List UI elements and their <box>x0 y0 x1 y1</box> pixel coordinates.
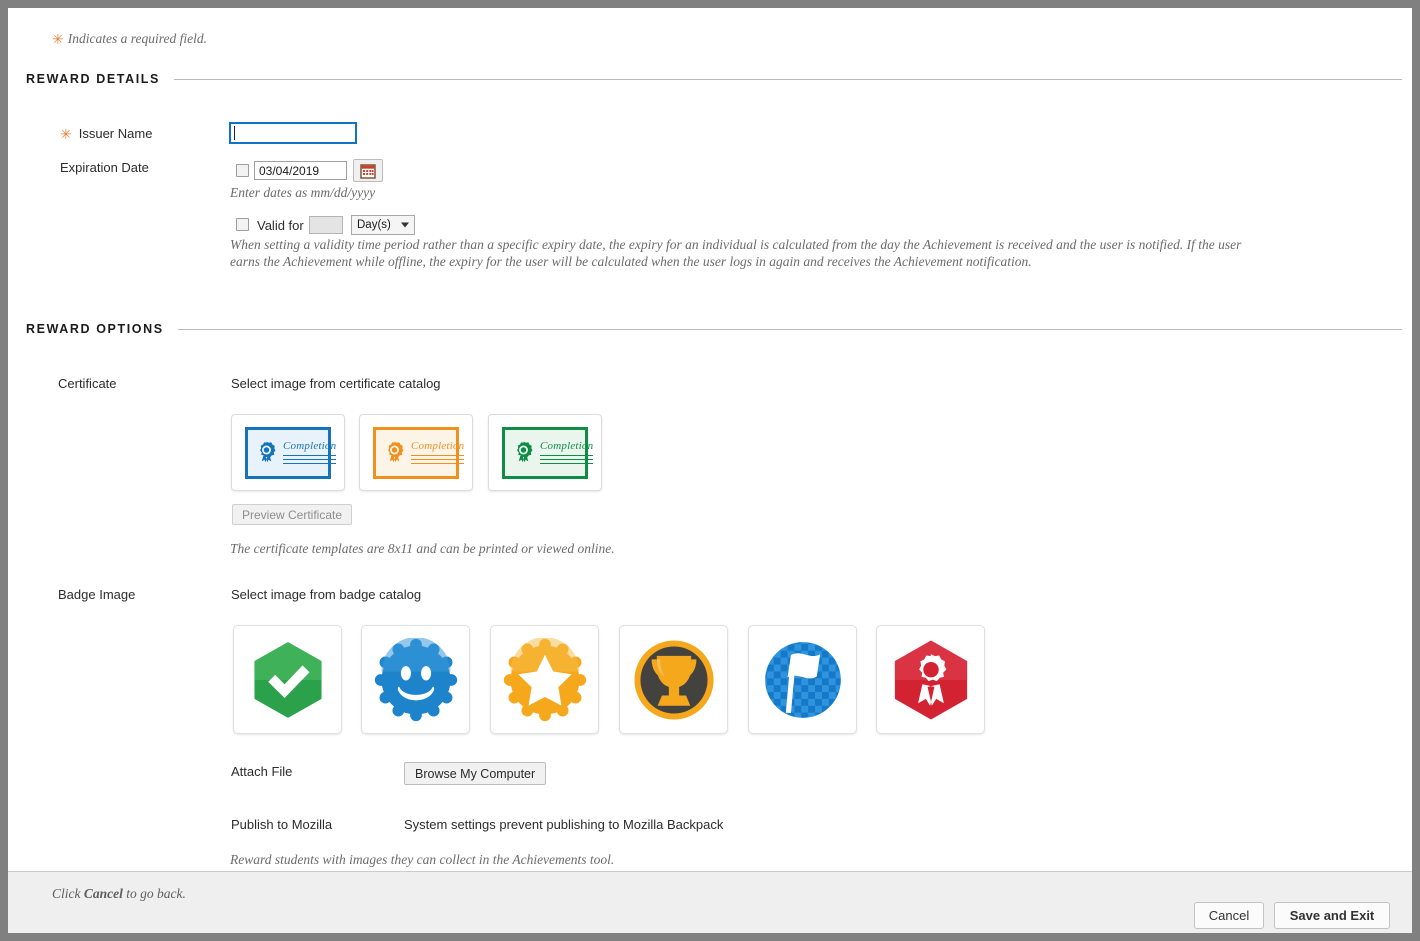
flag-badge-icon <box>764 641 841 718</box>
footer-hint-prefix: Click <box>52 886 84 901</box>
expiration-date-checkbox[interactable] <box>236 164 249 177</box>
certificate-rule <box>283 455 337 456</box>
certificate-rule <box>283 459 337 460</box>
badge-option-green-check[interactable] <box>233 625 342 734</box>
form-footer: Click Cancel to go back. Cancel Save and… <box>8 871 1412 933</box>
seal-icon <box>517 441 533 463</box>
certificate-rule <box>283 463 337 464</box>
badge-option-orange-star[interactable] <box>490 625 599 734</box>
certificate-option-orange[interactable]: Completion <box>359 414 473 491</box>
certificate-rule <box>540 459 594 460</box>
certificate-word: Completion <box>411 440 465 452</box>
reward-form-panel: ✳ Indicates a required field. REWARD DETA… <box>8 8 1412 933</box>
expiration-date-input[interactable] <box>254 161 347 180</box>
smiley-badge-icon <box>374 637 457 721</box>
text-caret <box>234 126 235 140</box>
certificate-word: Completion <box>283 440 337 452</box>
certificate-rule <box>411 459 465 460</box>
badge-option-red-rosette[interactable] <box>876 625 985 734</box>
certificate-option-green[interactable]: Completion <box>488 414 602 491</box>
footer-hint-suffix: to go back. <box>122 886 186 901</box>
trophy-badge-icon <box>633 639 714 720</box>
certificate-catalog-label: Select image from certificate catalog <box>231 376 441 391</box>
footer-hint: Click Cancel to go back. <box>52 886 186 902</box>
browse-my-computer-button[interactable]: Browse My Computer <box>404 762 547 785</box>
certificate-rule <box>540 463 594 464</box>
valid-for-amount-input[interactable] <box>309 216 343 234</box>
certificate-size-note: The certificate templates are 8x11 and c… <box>230 541 615 556</box>
hexagon-check-icon <box>253 641 322 718</box>
certificate-word: Completion <box>540 440 594 452</box>
certificate-rule <box>411 463 465 464</box>
issuer-name-input[interactable] <box>229 122 357 144</box>
date-format-hint: Enter dates as mm/dd/yyyy <box>230 185 376 200</box>
certificate-rule <box>411 455 465 456</box>
certificate-label: Certificate <box>58 376 117 391</box>
badge-catalog-label: Select image from badge catalog <box>231 587 422 602</box>
expiration-date-label: Expiration Date <box>60 160 149 175</box>
required-field-note-text: Indicates a required field. <box>67 31 207 46</box>
validity-help-text: When setting a validity time period rath… <box>230 237 1242 269</box>
hexagon-rosette-icon <box>894 639 967 720</box>
certificate-option-blue[interactable]: Completion <box>231 414 345 491</box>
required-asterisk-icon: ✳ <box>60 126 72 142</box>
chevron-down-icon <box>401 222 409 228</box>
section-title-reward-details: REWARD DETAILS <box>26 72 160 86</box>
calendar-icon <box>360 163 376 179</box>
preview-certificate-button[interactable]: Preview Certificate <box>232 504 353 525</box>
section-title-reward-options: REWARD OPTIONS <box>26 322 164 336</box>
publish-to-mozilla-label: Publish to Mozilla <box>231 817 333 832</box>
required-field-note: ✳ Indicates a required field. <box>52 31 207 48</box>
footer-hint-bold: Cancel <box>83 886 123 901</box>
certificate-rule <box>540 455 594 456</box>
valid-for-unit-value: Day(s) <box>357 219 391 231</box>
valid-for-label: Valid for <box>257 218 304 233</box>
publish-status-text: System settings prevent publishing to Mo… <box>404 817 724 832</box>
badge-option-blue-smiley[interactable] <box>361 625 470 734</box>
cancel-button[interactable]: Cancel <box>1194 902 1264 929</box>
valid-for-unit-select[interactable]: Day(s) <box>351 215 415 235</box>
section-header-reward-options: REWARD OPTIONS <box>26 322 1402 336</box>
calendar-icon-button[interactable] <box>353 159 383 182</box>
issuer-name-label: ✳ Issuer Name <box>60 126 152 143</box>
reward-students-note: Reward students with images they can col… <box>230 852 615 867</box>
section-divider <box>177 328 1402 330</box>
badge-option-gold-trophy[interactable] <box>619 625 728 734</box>
badge-option-blue-flag[interactable] <box>748 625 857 734</box>
save-and-exit-button[interactable]: Save and Exit <box>1274 902 1390 929</box>
seal-icon <box>260 441 276 463</box>
section-divider <box>173 78 1402 80</box>
star-badge-icon <box>503 637 586 721</box>
attach-file-label: Attach File <box>231 764 293 779</box>
valid-for-checkbox[interactable] <box>236 218 249 231</box>
required-asterisk-icon: ✳ <box>52 31 64 47</box>
seal-icon <box>388 441 404 463</box>
badge-image-label: Badge Image <box>58 587 136 602</box>
issuer-name-label-text: Issuer Name <box>78 126 153 141</box>
section-header-reward-details: REWARD DETAILS <box>26 72 1402 86</box>
